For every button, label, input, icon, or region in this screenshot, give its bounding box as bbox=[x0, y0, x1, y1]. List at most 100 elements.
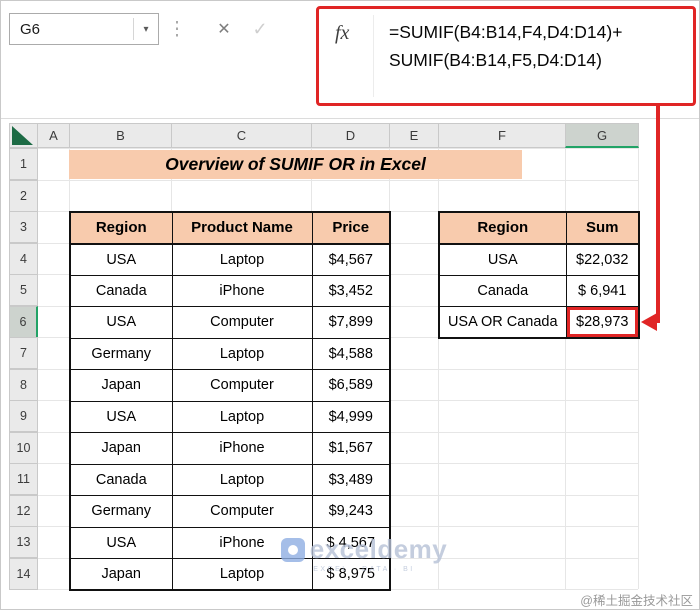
cell-product[interactable]: Computer bbox=[171, 369, 313, 402]
row-header-12[interactable]: 12 bbox=[9, 494, 38, 527]
header-region[interactable]: Region bbox=[438, 211, 567, 245]
header-region[interactable]: Region bbox=[69, 211, 173, 245]
name-box-caret-icon[interactable]: ▾ bbox=[134, 24, 158, 35]
table-row: Canada iPhone $3,452 bbox=[69, 274, 391, 307]
header-product[interactable]: Product Name bbox=[171, 211, 313, 245]
cell-region[interactable]: USA bbox=[69, 400, 173, 433]
column-header-g[interactable]: G bbox=[565, 123, 639, 148]
result-table: Region Sum USA $22,032 Canada $ 6,941 US… bbox=[438, 211, 640, 339]
row-header-5[interactable]: 5 bbox=[9, 274, 38, 306]
cell-region[interactable]: Germany bbox=[69, 495, 173, 528]
table-row: USA Laptop $4,999 bbox=[69, 400, 391, 433]
column-header-f[interactable]: F bbox=[438, 123, 566, 148]
cell-product[interactable]: Computer bbox=[171, 306, 313, 339]
row-header-14[interactable]: 14 bbox=[9, 557, 38, 590]
cell-product[interactable]: Laptop bbox=[171, 558, 313, 591]
table-header-row: Region Sum bbox=[438, 211, 640, 245]
source-table: Region Product Name Price USA Laptop $4,… bbox=[69, 211, 391, 591]
name-box[interactable]: G6 ▾ bbox=[9, 13, 159, 45]
cell-region[interactable]: USA bbox=[69, 526, 173, 559]
row-header-3[interactable]: 3 bbox=[9, 211, 38, 243]
cell-region[interactable]: USA bbox=[69, 243, 173, 276]
row-header-1[interactable]: 1 bbox=[9, 148, 38, 180]
name-box-value: G6 bbox=[20, 20, 41, 38]
column-header-a[interactable]: A bbox=[37, 123, 70, 148]
table-row: USA Laptop $4,567 bbox=[69, 243, 391, 276]
cell-price[interactable]: $4,567 bbox=[311, 243, 391, 276]
table-row: Canada $ 6,941 bbox=[438, 274, 640, 307]
table-row: Japan Computer $6,589 bbox=[69, 369, 391, 402]
enter-icon[interactable]: ✓ bbox=[245, 15, 275, 43]
cell-price[interactable]: $1,567 bbox=[311, 432, 391, 465]
cell-price[interactable]: $6,589 bbox=[311, 369, 391, 402]
table-row: Germany Laptop $4,588 bbox=[69, 337, 391, 370]
row-header-6[interactable]: 6 bbox=[9, 305, 38, 338]
annotation-arrow-head-icon bbox=[641, 313, 657, 331]
formula-bar-divider bbox=[373, 15, 374, 97]
annotation-arrow-line bbox=[656, 104, 660, 323]
cell-region[interactable]: Canada bbox=[69, 274, 173, 307]
cell-price[interactable]: $3,452 bbox=[311, 274, 391, 307]
fx-icon[interactable]: fx bbox=[335, 22, 349, 45]
table-row: Japan Laptop $ 8,975 bbox=[69, 558, 391, 591]
cell-price[interactable]: $4,588 bbox=[311, 337, 391, 370]
cell-price[interactable]: $4,999 bbox=[311, 400, 391, 433]
row-header-2[interactable]: 2 bbox=[9, 179, 38, 212]
cell-product[interactable]: Laptop bbox=[171, 463, 313, 496]
cancel-icon[interactable]: ✕ bbox=[209, 15, 239, 43]
cell-product[interactable]: Computer bbox=[171, 495, 313, 528]
table-row: Japan iPhone $1,567 bbox=[69, 432, 391, 465]
row-header-7[interactable]: 7 bbox=[9, 337, 38, 369]
cell-product[interactable]: Laptop bbox=[171, 400, 313, 433]
cell-price[interactable]: $3,489 bbox=[311, 463, 391, 496]
toolbar-separator bbox=[1, 118, 699, 119]
cell-region[interactable]: Japan bbox=[69, 432, 173, 465]
table-row: USA iPhone $ 4,567 bbox=[69, 526, 391, 559]
row-header-8[interactable]: 8 bbox=[9, 368, 38, 401]
formula-line-2: SUMIF(B4:B14,F5,D4:D14) bbox=[389, 50, 602, 70]
cell-region[interactable]: Japan bbox=[69, 558, 173, 591]
cell-product[interactable]: iPhone bbox=[171, 274, 313, 307]
formula-annotation-box: fx =SUMIF(B4:B14,F4,D4:D14)+ SUMIF(B4:B1… bbox=[316, 6, 696, 106]
cell-region[interactable]: USA OR Canada bbox=[438, 306, 567, 339]
selected-cell-g6[interactable]: $28,973 bbox=[565, 306, 640, 339]
row-header-4[interactable]: 4 bbox=[9, 242, 38, 275]
select-all-corner[interactable] bbox=[9, 123, 38, 148]
cell-region[interactable]: USA bbox=[438, 243, 567, 276]
row-header-10[interactable]: 10 bbox=[9, 431, 38, 464]
table-header-row: Region Product Name Price bbox=[69, 211, 391, 245]
cell-region[interactable]: USA bbox=[69, 306, 173, 339]
cell-region[interactable]: Canada bbox=[438, 274, 567, 307]
row-header-13[interactable]: 13 bbox=[9, 526, 38, 558]
table-row: USA OR Canada $28,973 bbox=[438, 306, 640, 339]
cell-region[interactable]: Japan bbox=[69, 369, 173, 402]
cell-sum[interactable]: $ 6,941 bbox=[565, 274, 640, 307]
row-header-11[interactable]: 11 bbox=[9, 463, 38, 495]
cell-product[interactable]: Laptop bbox=[171, 243, 313, 276]
header-sum[interactable]: Sum bbox=[565, 211, 640, 245]
cell-price[interactable]: $9,243 bbox=[311, 495, 391, 528]
column-header-b[interactable]: B bbox=[69, 123, 172, 148]
cell-region[interactable]: Germany bbox=[69, 337, 173, 370]
cell-product[interactable]: Laptop bbox=[171, 337, 313, 370]
row-header-9[interactable]: 9 bbox=[9, 400, 38, 432]
cell-sum[interactable]: $22,032 bbox=[565, 243, 640, 276]
header-price[interactable]: Price bbox=[311, 211, 391, 245]
column-header-d[interactable]: D bbox=[311, 123, 390, 148]
cell-price[interactable]: $7,899 bbox=[311, 306, 391, 339]
formula-bar-handle-icon[interactable]: ⋮ bbox=[168, 15, 187, 43]
table-row: Canada Laptop $3,489 bbox=[69, 463, 391, 496]
cell-price[interactable]: $ 8,975 bbox=[311, 558, 391, 591]
cell-price[interactable]: $ 4,567 bbox=[311, 526, 391, 559]
cell-region[interactable]: Canada bbox=[69, 463, 173, 496]
cell-product[interactable]: iPhone bbox=[171, 526, 313, 559]
title-banner[interactable]: Overview of SUMIF OR in Excel bbox=[69, 150, 522, 179]
cell-product[interactable]: iPhone bbox=[171, 432, 313, 465]
formula-input[interactable]: =SUMIF(B4:B14,F4,D4:D14)+ SUMIF(B4:B14,F… bbox=[389, 18, 622, 74]
credit-text: @稀土掘金技术社区 bbox=[580, 594, 693, 608]
formula-line-1: =SUMIF(B4:B14,F4,D4:D14)+ bbox=[389, 22, 623, 42]
column-header-c[interactable]: C bbox=[171, 123, 312, 148]
table-row: USA Computer $7,899 bbox=[69, 306, 391, 339]
select-all-triangle-icon bbox=[12, 126, 33, 145]
column-header-e[interactable]: E bbox=[389, 123, 439, 148]
